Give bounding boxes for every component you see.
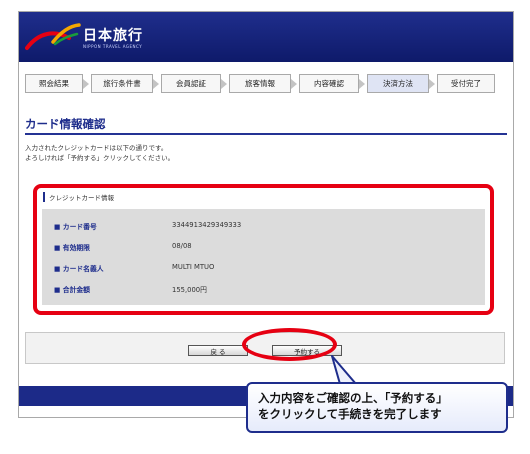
brand-name: 日本旅行 <box>83 28 143 44</box>
intro-line-2: よろしければ「予約する」クリックしてください。 <box>25 154 175 162</box>
reserve-highlight-oval <box>242 328 337 361</box>
intro-line-1: 入力されたクレジットカードは以下の通りです。 <box>25 144 168 152</box>
card-info-table: ■ カード番号 3344913429349333 ■ 有効期限 08/08 ■ … <box>42 209 485 305</box>
step-6-current: 決済方法 <box>367 74 435 93</box>
card-section-title: クレジットカード情報 <box>43 192 114 202</box>
step-7: 受付完了 <box>437 74 495 93</box>
callout-text: 入力内容をご確認の上、「予約する」 をクリックして手続きを完了します <box>258 390 448 422</box>
progress-steps: 照会結果 旅行条件書 会員認証 旅客情報 内容確認 決済方法 受付完了 <box>25 74 503 93</box>
title-divider <box>25 133 507 135</box>
step-2: 旅行条件書 <box>91 74 159 93</box>
total-label: ■ 合計金額 <box>54 286 90 294</box>
instruction-callout: 入力内容をご確認の上、「予約する」 をクリックして手続きを完了します <box>246 382 508 433</box>
site-header: 日本旅行 NIPPON TRAVEL AGENCY <box>19 12 513 62</box>
brand-logo-icon <box>25 23 81 50</box>
card-number-value: 3344913429349333 <box>172 221 242 229</box>
callout-line-2: をクリックして手続きを完了します <box>258 407 442 421</box>
step-5: 内容確認 <box>299 74 365 93</box>
step-4: 旅客情報 <box>229 74 297 93</box>
intro-text: 入力されたクレジットカードは以下の通りです。 よろしければ「予約する」クリックし… <box>25 143 174 163</box>
card-holder-label: ■ カード名義人 <box>54 265 104 273</box>
callout-line-1: 入力内容をご確認の上、「予約する」 <box>258 391 448 405</box>
credit-card-info-panel: クレジットカード情報 ■ カード番号 3344913429349333 ■ 有効… <box>33 184 494 315</box>
card-number-label: ■ カード番号 <box>54 223 97 231</box>
expiry-value: 08/08 <box>172 242 192 250</box>
page-title: カード情報確認 <box>25 117 106 131</box>
step-3: 会員認証 <box>161 74 227 93</box>
card-holder-value: MULTI MTUO <box>172 263 215 271</box>
back-button[interactable]: 戻 る <box>188 345 248 356</box>
total-value: 155,000円 <box>172 286 207 294</box>
brand-subtitle: NIPPON TRAVEL AGENCY <box>83 44 143 49</box>
step-1: 照会結果 <box>25 74 89 93</box>
expiry-label: ■ 有効期限 <box>54 244 90 252</box>
